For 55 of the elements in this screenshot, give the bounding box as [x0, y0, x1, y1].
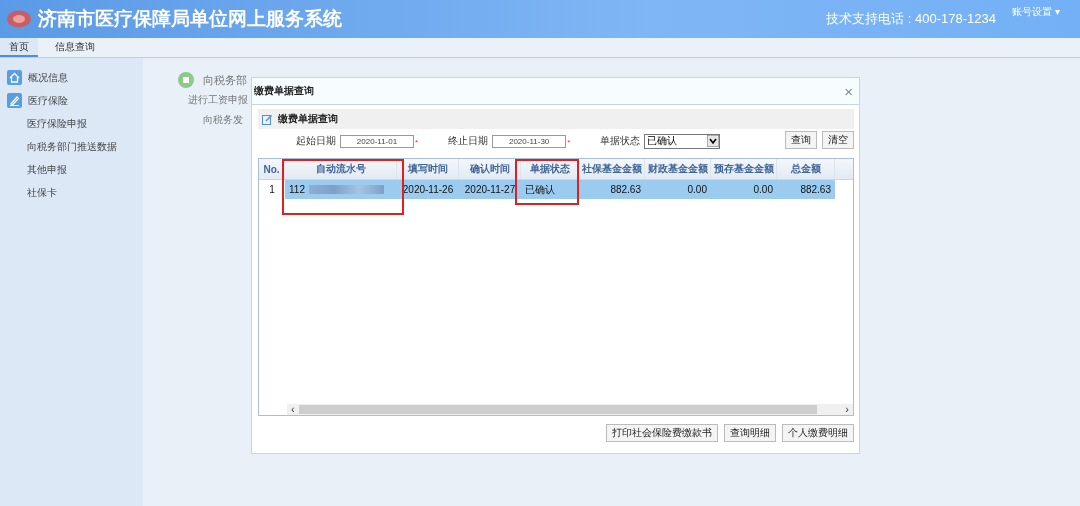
nav-tab[interactable]: 信息查询	[46, 38, 104, 57]
close-icon[interactable]: ×	[844, 82, 853, 100]
edit-icon	[7, 93, 22, 108]
column-header: 确认时间	[459, 159, 521, 179]
query-button[interactable]: 清空	[822, 131, 854, 149]
table-cell: 已确认	[521, 180, 579, 199]
sidebar-item[interactable]: 医疗保险申报	[27, 116, 87, 131]
query-button[interactable]: 查询	[785, 131, 817, 149]
table-cell: 0.00	[711, 180, 777, 199]
home-icon	[7, 70, 22, 85]
table-cell: 882.63	[777, 180, 835, 199]
column-header: 财政基金金额	[645, 159, 711, 179]
column-header: 社保基金金额	[579, 159, 645, 179]
required-mark: *	[415, 138, 419, 147]
support-phone: 技术支持电话 : 400-178-1234	[826, 10, 996, 28]
action-button[interactable]: 打印社会保险费缴款书	[606, 424, 718, 442]
filter-label: 单据状态	[600, 134, 641, 148]
scroll-left-arrow[interactable]: ‹	[291, 404, 295, 415]
column-header: No.	[259, 159, 285, 179]
logo-icon	[6, 9, 32, 29]
section-title: 缴费单据查询	[278, 112, 338, 126]
column-header: 总金额	[777, 159, 835, 179]
table-cell: 882.63	[579, 180, 645, 199]
table-cell: 0.00	[645, 180, 711, 199]
dialog-title: 缴费单据查询	[254, 84, 314, 98]
column-header: 预存基金金额	[711, 159, 777, 179]
scroll-right-arrow[interactable]: ›	[845, 404, 849, 415]
sidebar-item[interactable]: 其他申报	[27, 162, 67, 177]
edit-icon	[262, 113, 273, 125]
sidebar-item[interactable]: 概况信息	[28, 70, 68, 85]
panel-text: 向税务发	[203, 113, 243, 127]
table-cell: 2020-11-27	[459, 180, 521, 199]
filter-label: 起始日期	[296, 134, 336, 148]
highlight-frame	[515, 159, 579, 205]
sidebar-item[interactable]: 医疗保险	[28, 93, 68, 108]
action-button[interactable]: 个人缴费明细	[782, 424, 854, 442]
required-mark: *	[567, 138, 571, 147]
sidebar-item[interactable]: 向税务部门推送数据	[27, 139, 117, 154]
table-cell: 112	[285, 180, 397, 199]
sidebar-item[interactable]: 社保卡	[27, 185, 57, 200]
nav-tab[interactable]: 首页	[0, 38, 38, 57]
column-header: 自动流水号	[285, 159, 397, 179]
action-button[interactable]: 查询明细	[724, 424, 776, 442]
panel-title: 向税务部	[203, 73, 247, 88]
caret-icon	[707, 135, 720, 147]
date-field[interactable]: 2020-11-30	[492, 134, 567, 148]
column-header: 单据状态	[521, 159, 579, 179]
filter-label: 终止日期	[448, 134, 489, 148]
horizontal-scrollbar[interactable]: ‹ ›	[287, 404, 853, 415]
panel-text: 进行工资申报	[188, 93, 248, 107]
date-field[interactable]: 2020-11-01	[340, 134, 414, 148]
table-cell: 2020-11-26	[397, 180, 459, 199]
system-title: 济南市医疗保障局单位网上服务系统	[38, 7, 342, 31]
column-header: 填写时间	[397, 159, 459, 179]
status-select[interactable]: 已确认	[644, 133, 721, 149]
